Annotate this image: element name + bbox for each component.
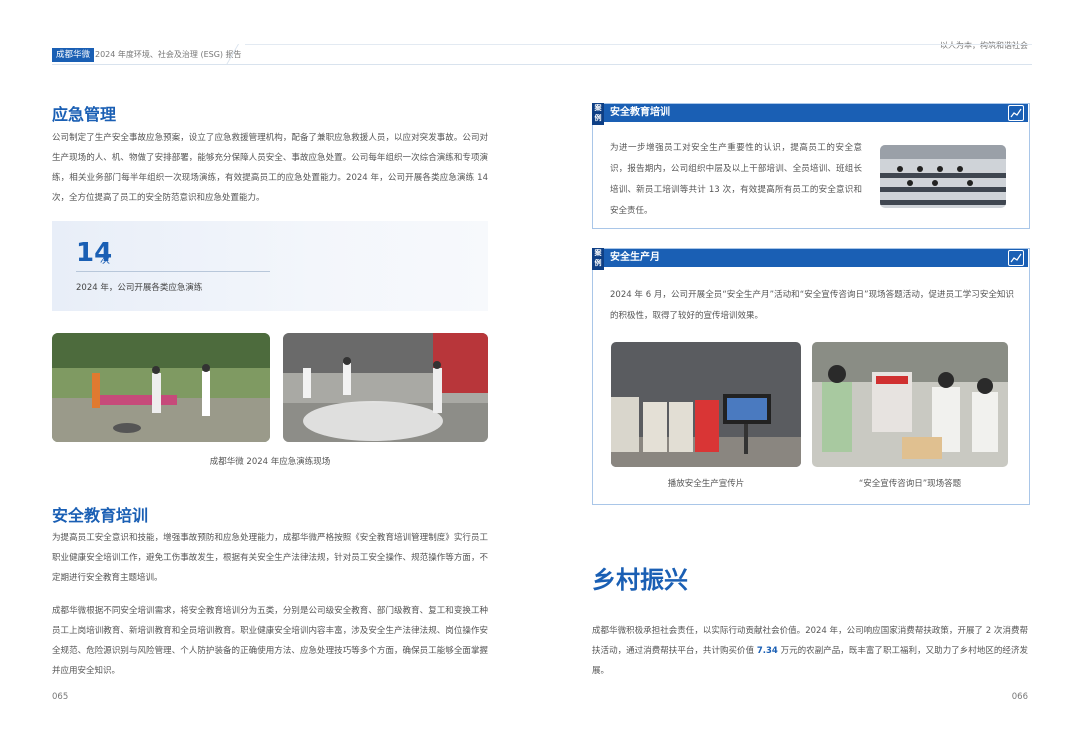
case-header-training: 安全教育培训 — [604, 104, 1028, 122]
caption-promo-video: 播放安全生产宣传片 — [667, 479, 745, 489]
report-title: 2024 年度环境、社会及治理 (ESG) 报告 — [95, 50, 242, 59]
drill-photo-2 — [283, 333, 488, 442]
drill-photo-1 — [52, 333, 270, 442]
stat-box — [52, 221, 488, 311]
slogan: 以人为本，构筑和谐社会 — [940, 41, 1028, 50]
drill-caption: 成都华微 2024 年应急演练现场 — [209, 457, 331, 467]
emergency-body: 公司制定了生产安全事故应急预案，设立了应急救援管理机构，配备了兼职应急救援人员，… — [52, 133, 488, 203]
page-number-right: 066 — [1011, 692, 1028, 702]
training-title: 安全教育培训 — [52, 506, 149, 525]
page-number-left: 065 — [52, 692, 69, 702]
promo-video-photo — [611, 342, 801, 467]
consultation-day-photo — [812, 342, 1008, 467]
case-title-safety-month: 安全生产月 — [610, 252, 660, 263]
case-body-safety-month: 2024 年 6 月，公司开展全员“安全生产月”活动和“安全宣传咨询日”现场答题… — [610, 290, 1014, 321]
case-body-training: 为进一步增强员工对安全生产重要性的认识，提高员工的安全意识，报告期内，公司组织中… — [610, 143, 862, 216]
chart-icon — [1008, 250, 1024, 266]
case-title-training: 安全教育培训 — [610, 107, 670, 118]
case-badge-1: 案例 — [592, 103, 604, 125]
training-para-1: 为提高员工安全意识和技能，增强事故预防和应急处理能力，成都华微严格按照《安全教育… — [52, 533, 488, 583]
header-divider — [52, 64, 1032, 65]
stat-unit: 次 — [100, 255, 110, 266]
chart-icon — [1008, 105, 1024, 121]
stat-divider — [76, 271, 270, 272]
training-para-2: 成都华微根据不同安全培训需求，将安全教育培训分为五类，分别是公司级安全教育、部门… — [52, 606, 488, 676]
rural-title: 乡村振兴 — [592, 566, 688, 594]
case-badge-2: 案例 — [592, 248, 604, 270]
brand-tag: 成都华微 — [52, 48, 95, 62]
emergency-title: 应急管理 — [52, 105, 117, 124]
training-photo — [880, 145, 1006, 208]
caption-consultation-day: “安全宣传咨询日”现场答题 — [858, 479, 962, 489]
rural-highlight-value: 7.34 — [756, 646, 778, 656]
rural-body: 成都华微积极承担社会责任，以实际行动贡献社会价值。2024 年，公司响应国家消费… — [592, 621, 1028, 681]
header-divider-top — [245, 44, 1032, 45]
stat-description: 2024 年，公司开展各类应急演练 — [76, 283, 203, 293]
case-header-safety-month: 安全生产月 — [604, 249, 1028, 267]
